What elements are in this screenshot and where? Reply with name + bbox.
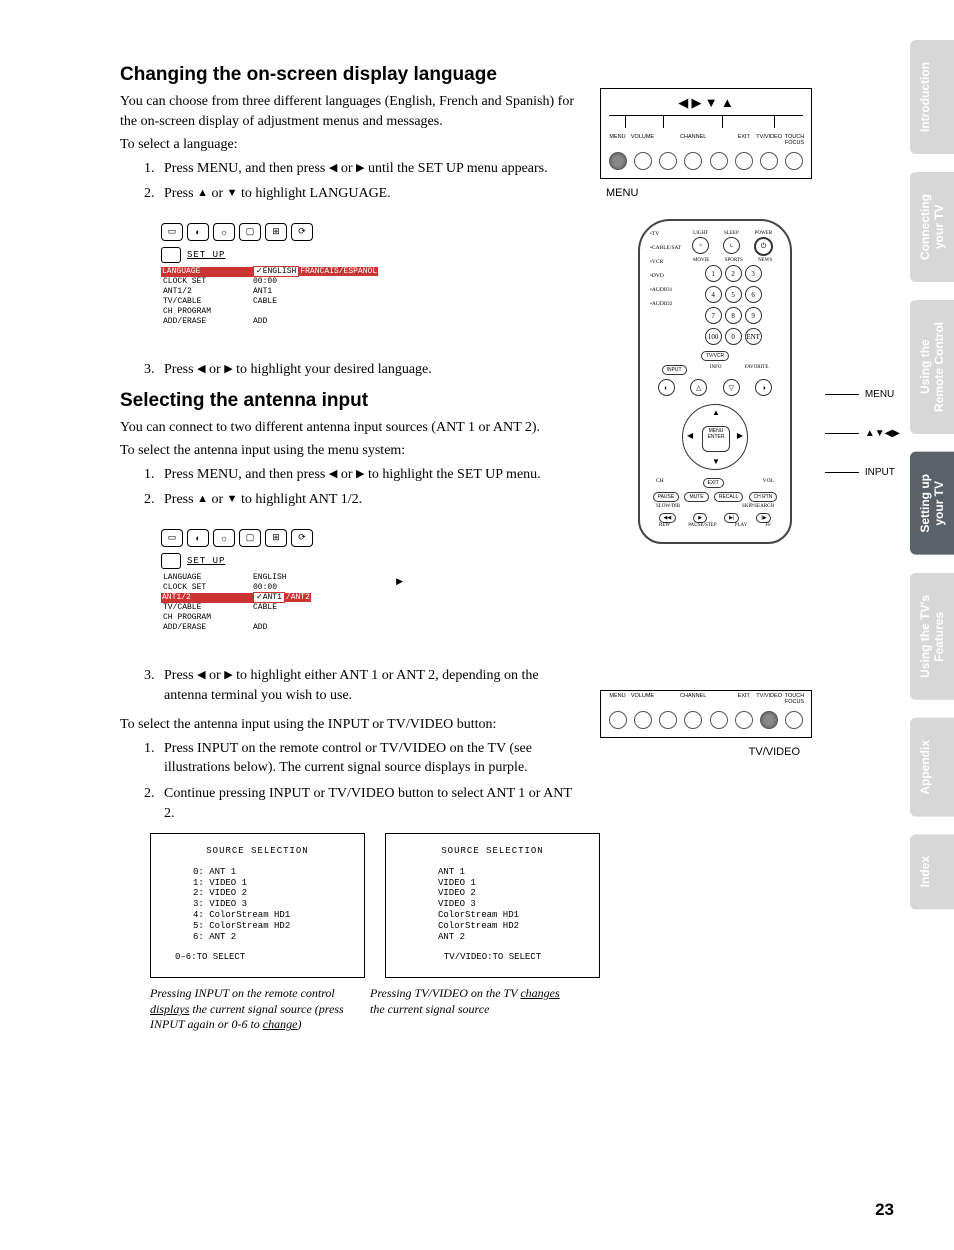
- step1-1: Press MENU, and then press ◀ or ▶ until …: [158, 159, 580, 179]
- heading-antenna: Selecting the antenna input: [120, 390, 580, 412]
- tv-panel-menu: ◀ ▶ ▼ ▲ MENUVOLUMECHANNELEXITTV/VIDEOTOU…: [600, 88, 812, 179]
- caption-tvvideo: Pressing TV/VIDEO on the TV changes the …: [370, 986, 570, 1033]
- panel-tvvideo-button: [760, 711, 778, 729]
- page-number: 23: [875, 1200, 894, 1220]
- step2-1: Press MENU, and then press ◀ or ▶ to hig…: [158, 465, 580, 485]
- osd-antenna: ▭◐☼▢⊞⟳ SET UP LANGUAGEENGLISHCLOCK SET00…: [150, 520, 412, 654]
- side-tab: Setting up your TV: [910, 452, 954, 555]
- lead-language: To select a language:: [120, 135, 580, 155]
- source-box-input: SOURCE SELECTION 0: ANT 11: VIDEO 12: VI…: [150, 833, 365, 978]
- lead-antenna-input: To select the antenna input using the IN…: [120, 715, 580, 735]
- tvvideo-label: TV/VIDEO: [606, 746, 800, 758]
- remote-figure: •TV•CABLE/SAT•VCR•DVD•AUDIO1•AUDIO2 LIGH…: [600, 219, 830, 544]
- caption-input: Pressing INPUT on the remote control dis…: [150, 986, 350, 1033]
- tv-panel-tvvideo: MENUVOLUMECHANNELEXITTV/VIDEOTOUCH FOCUS: [600, 690, 812, 738]
- intro-language: You can choose from three different lang…: [120, 92, 580, 131]
- intro-antenna: You can connect to two different antenna…: [120, 418, 580, 438]
- heading-language: Changing the on-screen display language: [120, 64, 580, 86]
- panel-menu-button: [609, 152, 627, 170]
- lead-antenna-menu: To select the antenna input using the me…: [120, 441, 580, 461]
- step2-3: Press ◀ or ▶ to highlight either ANT 1 o…: [158, 666, 580, 705]
- step2-2: Press ▲ or ▼ to highlight ANT 1/2.: [158, 490, 580, 510]
- stepB-1: Press INPUT on the remote control or TV/…: [158, 739, 580, 778]
- side-tab: Index: [910, 834, 954, 909]
- stepB-2: Continue pressing INPUT or TV/VIDEO butt…: [158, 784, 580, 823]
- side-tab: Appendix: [910, 718, 954, 817]
- side-tab: Connecting your TV: [910, 172, 954, 282]
- step1-2: Press ▲ or ▼ to highlight LANGUAGE.: [158, 184, 580, 204]
- side-tab: Introduction: [910, 40, 954, 154]
- side-tab: Using the TV's Features: [910, 573, 954, 700]
- callout-menu: MENU: [825, 389, 900, 400]
- side-tab: Using the Remote Control: [910, 300, 954, 434]
- callout-arrows: ▲▼◀▶: [825, 428, 900, 439]
- step1-3: Press ◀ or ▶ to highlight your desired l…: [158, 360, 580, 380]
- callout-input: INPUT: [825, 467, 900, 478]
- menu-label: MENU: [606, 187, 830, 199]
- osd-language: ▭◐☼▢⊞⟳ SET UP LANGUAGE✓ENGLISHFRANCAIS/E…: [150, 214, 412, 348]
- source-box-tvvideo: SOURCE SELECTION ANT 1VIDEO 1VIDEO 2VIDE…: [385, 833, 600, 978]
